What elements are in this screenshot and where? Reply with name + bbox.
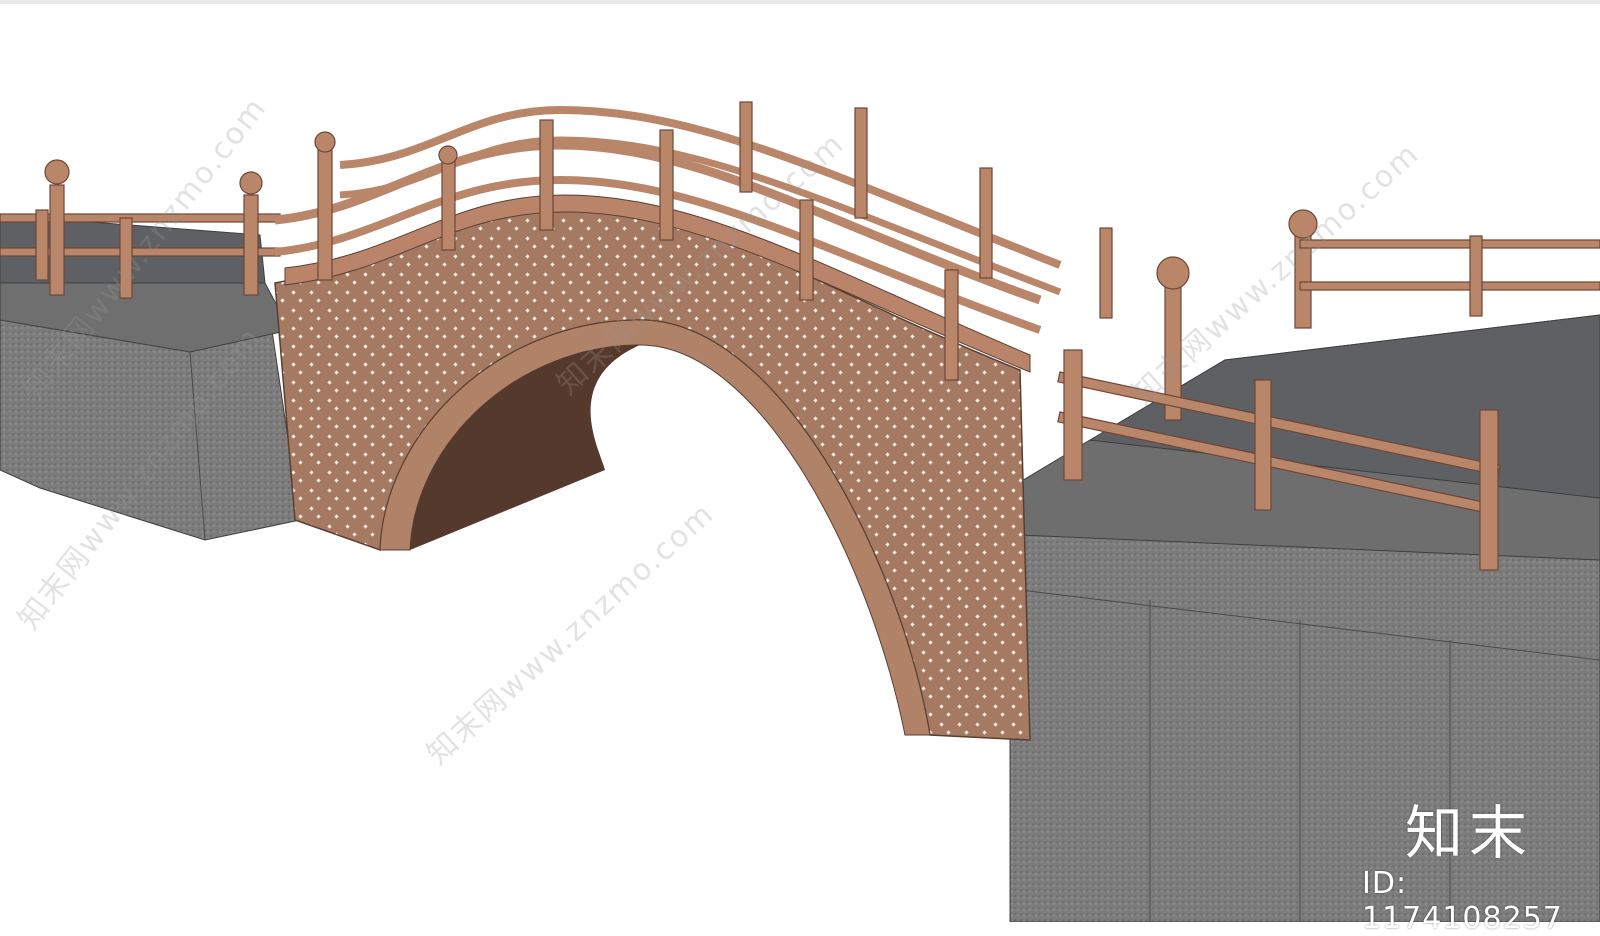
brand-logo: 知末 (1405, 799, 1534, 867)
model-viewport[interactable]: 知末网www.znzmo.com 知末网www.znzmo.com 知末网www… (0, 0, 1600, 936)
model-id-label: ID: 1174108257 (1362, 866, 1563, 936)
